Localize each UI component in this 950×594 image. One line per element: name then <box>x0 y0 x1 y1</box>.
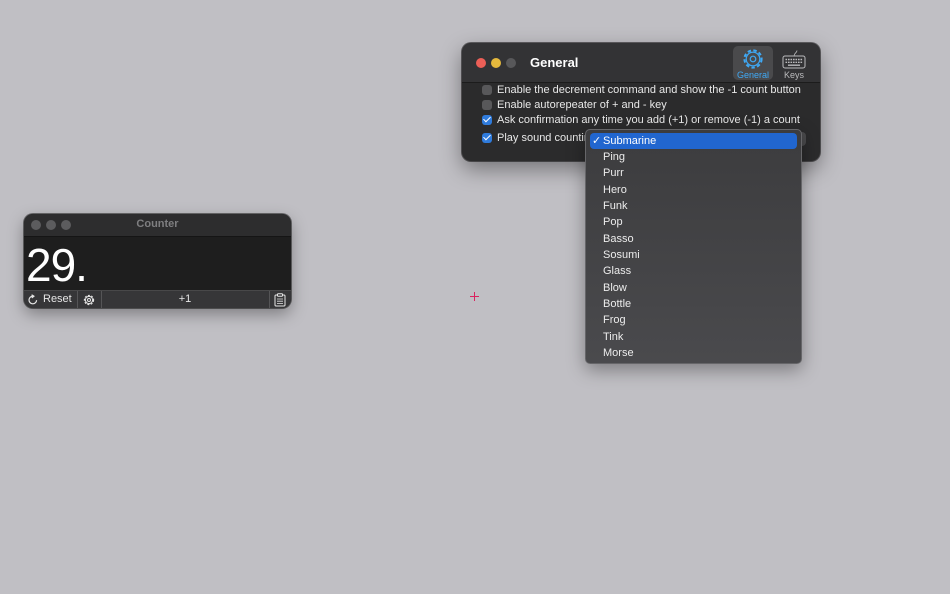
menu-item-purr[interactable]: Purr <box>590 165 797 181</box>
reset-button[interactable]: Reset <box>24 291 76 308</box>
menu-item-label: Frog <box>603 314 626 326</box>
checkbox-play-sound[interactable] <box>482 133 492 143</box>
tab-keys[interactable]: Keys <box>776 46 812 80</box>
increment-button[interactable]: +1 <box>102 291 268 308</box>
menu-item-bottle[interactable]: Bottle <box>590 296 797 312</box>
gear-icon <box>83 294 95 306</box>
menu-item-label: Purr <box>603 167 624 179</box>
menu-item-morse[interactable]: Morse <box>590 345 797 361</box>
menu-item-label: Pop <box>603 216 623 228</box>
menu-item-funk[interactable]: Funk <box>590 198 797 214</box>
menu-item-label: Hero <box>603 184 627 196</box>
crosshair-cursor-icon <box>470 292 479 301</box>
tab-general[interactable]: General <box>733 46 773 80</box>
checkmark-icon: ✓ <box>592 135 602 147</box>
gear-icon <box>743 49 763 69</box>
menu-item-frog[interactable]: Frog <box>590 312 797 328</box>
menu-item-glass[interactable]: Glass <box>590 263 797 279</box>
counter-titlebar[interactable]: Counter <box>24 214 291 237</box>
menu-item-label: Glass <box>603 265 632 277</box>
close-button[interactable] <box>476 58 486 68</box>
menu-item-ping[interactable]: Ping <box>590 149 797 165</box>
menu-item-label: Tink <box>603 331 624 343</box>
menu-item-basso[interactable]: Basso <box>590 231 797 247</box>
menu-item-sosumi[interactable]: Sosumi <box>590 247 797 263</box>
option-label: Play sound counting <box>497 132 597 144</box>
reset-label: Reset <box>43 293 72 305</box>
menu-item-label: Blow <box>603 282 627 294</box>
zoom-button[interactable] <box>506 58 516 68</box>
menu-item-label: Funk <box>603 200 628 212</box>
tab-general-label: General <box>736 70 770 80</box>
preferences-titlebar[interactable]: General General Keys <box>462 43 820 83</box>
tab-keys-label: Keys <box>783 70 804 80</box>
checkbox-decrement[interactable] <box>482 85 492 95</box>
minimize-button[interactable] <box>491 58 501 68</box>
increment-label: +1 <box>178 293 192 305</box>
counter-window-title: Counter <box>136 218 179 230</box>
count-display: 29. <box>26 239 88 291</box>
clipboard-icon <box>274 293 286 307</box>
menu-item-label: Morse <box>603 347 634 359</box>
settings-button[interactable] <box>78 291 100 308</box>
menu-item-label: Basso <box>603 233 634 245</box>
menu-item-blow[interactable]: Blow <box>590 280 797 296</box>
menu-item-tink[interactable]: Tink <box>590 329 797 345</box>
option-label: Ask confirmation any time you add (+1) o… <box>497 114 800 126</box>
checkbox-ask-confirmation[interactable] <box>482 115 492 125</box>
option-label: Enable the decrement command and show th… <box>497 84 801 96</box>
checkbox-autorepeater[interactable] <box>482 100 492 110</box>
sound-dropdown-menu: ✓ Submarine Ping Purr Hero Funk Pop Bass… <box>585 129 802 364</box>
menu-item-label: Submarine <box>603 135 657 147</box>
counter-toolbar: Reset +1 <box>24 290 291 308</box>
menu-item-label: Sosumi <box>603 249 640 261</box>
reset-arrow-icon <box>28 294 38 305</box>
clipboard-button[interactable] <box>270 291 291 308</box>
menu-item-submarine[interactable]: ✓ Submarine <box>590 133 797 149</box>
keyboard-icon <box>782 50 806 69</box>
menu-item-pop[interactable]: Pop <box>590 214 797 230</box>
preferences-title: General <box>530 55 579 70</box>
option-label: Enable autorepeater of + and - key <box>497 99 667 111</box>
menu-item-label: Ping <box>603 151 626 163</box>
counter-window: Counter 29. Reset +1 <box>24 214 291 308</box>
menu-item-hero[interactable]: Hero <box>590 182 797 198</box>
menu-item-label: Bottle <box>603 298 632 310</box>
